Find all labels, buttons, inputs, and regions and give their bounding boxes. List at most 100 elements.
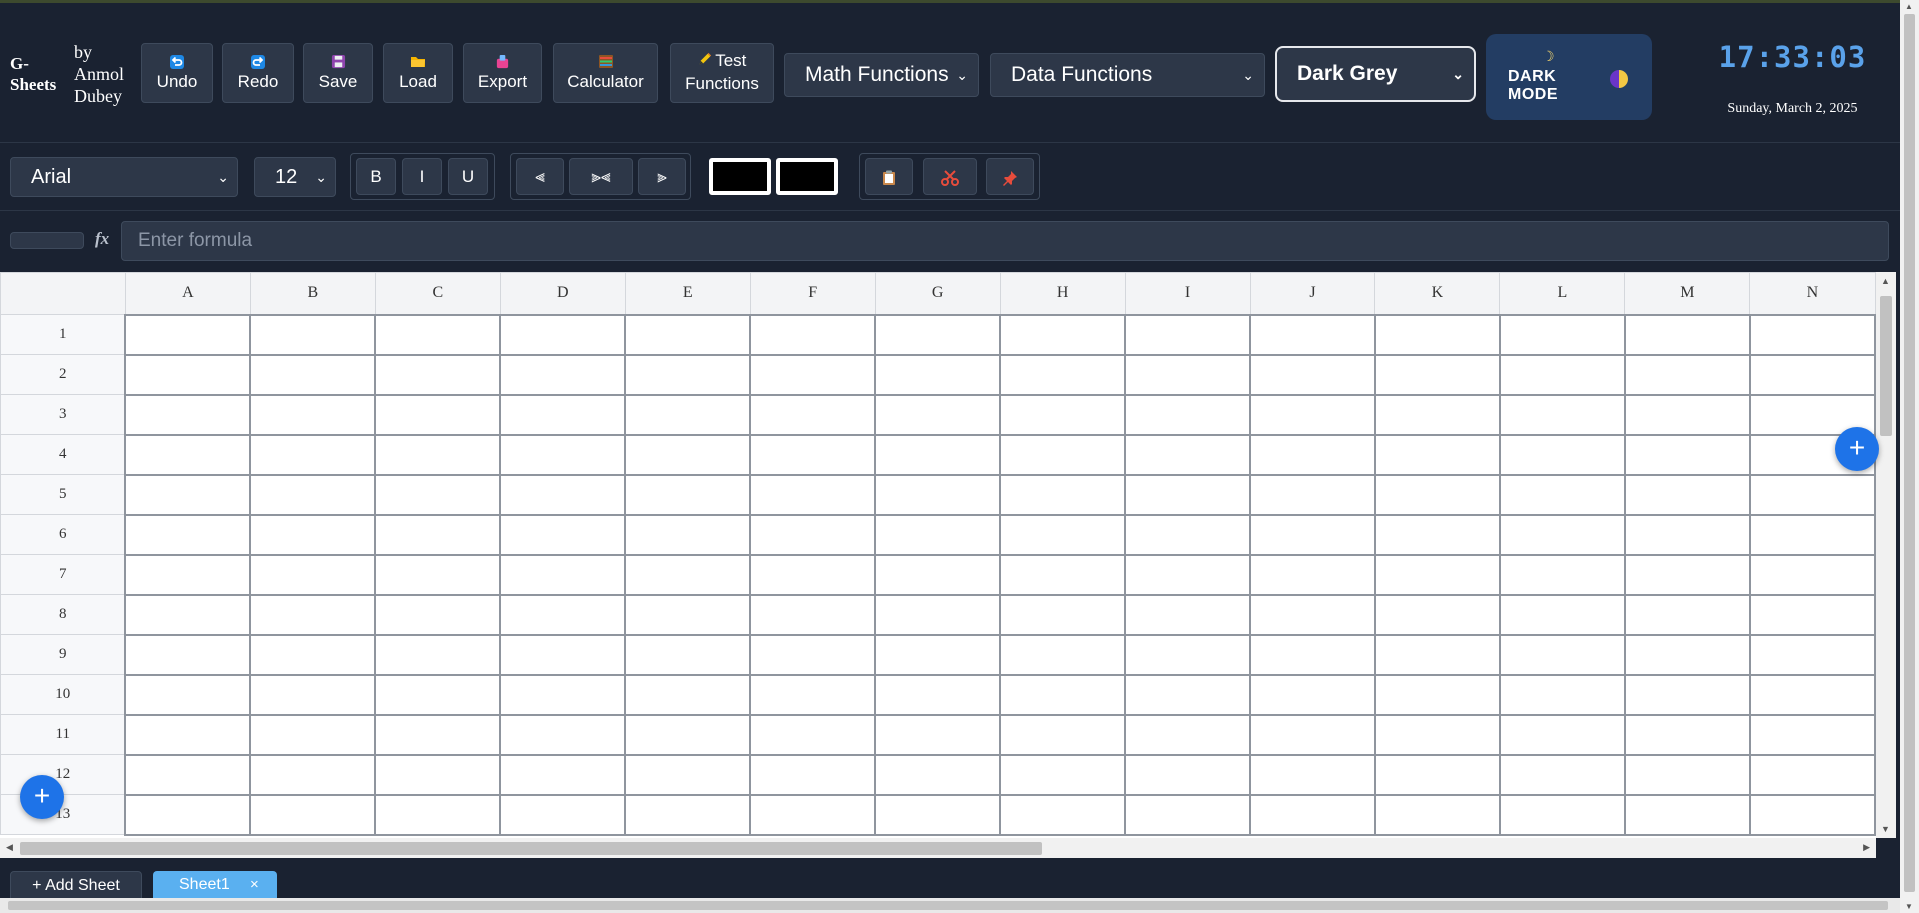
grid-cell[interactable] xyxy=(999,433,1127,476)
grid-cell[interactable] xyxy=(874,553,1002,596)
grid-cell[interactable] xyxy=(1748,313,1876,356)
grid-cell[interactable] xyxy=(624,353,752,396)
grid-cell[interactable] xyxy=(874,353,1002,396)
grid-cell[interactable] xyxy=(1623,393,1751,436)
scroll-thumb[interactable] xyxy=(8,901,1888,910)
row-header[interactable]: 2 xyxy=(0,354,126,395)
grid-cell[interactable] xyxy=(749,513,877,556)
row-header[interactable]: 1 xyxy=(0,314,126,355)
grid-cell[interactable] xyxy=(1623,673,1751,716)
column-header[interactable]: N xyxy=(1749,272,1876,315)
grid-cell[interactable] xyxy=(1249,593,1376,636)
grid-cell[interactable] xyxy=(1373,393,1501,436)
grid-cell[interactable] xyxy=(124,433,252,476)
grid-cell[interactable] xyxy=(1748,553,1876,596)
grid-cell[interactable] xyxy=(499,593,627,636)
scroll-thumb[interactable] xyxy=(20,842,1042,855)
grid-cell[interactable] xyxy=(999,713,1127,756)
scroll-thumb[interactable] xyxy=(1880,296,1892,436)
row-header[interactable]: 9 xyxy=(0,634,126,675)
scroll-right-icon[interactable]: ▶ xyxy=(1863,842,1870,853)
grid-vertical-scrollbar[interactable]: ▲ ▼ xyxy=(1876,272,1896,838)
grid-cell[interactable] xyxy=(1498,393,1626,436)
grid-cell[interactable] xyxy=(374,513,502,556)
grid-cell[interactable] xyxy=(249,353,377,396)
column-header[interactable]: B xyxy=(249,272,376,315)
grid-cell[interactable] xyxy=(499,633,627,676)
grid-cell[interactable] xyxy=(1249,553,1376,596)
grid-cell[interactable] xyxy=(874,753,1002,796)
grid-cell[interactable] xyxy=(624,633,752,676)
grid-cell[interactable] xyxy=(124,473,252,516)
grid-cell[interactable] xyxy=(1124,713,1252,756)
scroll-thumb[interactable] xyxy=(1904,14,1915,892)
grid-cell[interactable] xyxy=(1249,633,1376,676)
column-header[interactable]: C xyxy=(374,272,501,315)
paste-button[interactable] xyxy=(986,158,1034,195)
grid-cell[interactable] xyxy=(1623,753,1751,796)
grid-cell[interactable] xyxy=(249,513,377,556)
grid-cell[interactable] xyxy=(1249,753,1376,796)
text-color-picker[interactable] xyxy=(709,158,771,195)
cut-button[interactable] xyxy=(923,158,977,195)
grid-cell[interactable] xyxy=(1249,513,1376,556)
grid-cell[interactable] xyxy=(124,553,252,596)
grid-cell[interactable] xyxy=(999,473,1127,516)
grid-cell[interactable] xyxy=(1623,353,1751,396)
grid-cell[interactable] xyxy=(124,393,252,436)
font-family-select[interactable]: Arial ⌄ xyxy=(10,157,238,197)
grid-cell[interactable] xyxy=(1623,433,1751,476)
grid-cell[interactable] xyxy=(999,313,1127,356)
row-header[interactable]: 5 xyxy=(0,474,126,515)
grid-cell[interactable] xyxy=(1498,473,1626,516)
grid-cell[interactable] xyxy=(999,673,1127,716)
grid-cell[interactable] xyxy=(1623,553,1751,596)
grid-cell[interactable] xyxy=(499,553,627,596)
grid-cell[interactable] xyxy=(374,593,502,636)
grid-cell[interactable] xyxy=(749,713,877,756)
grid-cell[interactable] xyxy=(999,393,1127,436)
grid-cell[interactable] xyxy=(624,593,752,636)
page-vertical-scrollbar[interactable]: ▲ ▼ xyxy=(1900,0,1919,913)
grid-cell[interactable] xyxy=(1748,513,1876,556)
grid-cell[interactable] xyxy=(1623,513,1751,556)
row-header[interactable]: 10 xyxy=(0,674,126,715)
grid-cell[interactable] xyxy=(1373,593,1501,636)
grid-cell[interactable] xyxy=(499,393,627,436)
grid-cell[interactable] xyxy=(624,313,752,356)
grid-cell[interactable] xyxy=(749,673,877,716)
data-functions-select[interactable]: Data Functions ⌄ xyxy=(990,53,1265,97)
grid-cell[interactable] xyxy=(1124,393,1252,436)
sheet-tab[interactable]: Sheet1 × xyxy=(153,871,277,901)
grid-cell[interactable] xyxy=(999,753,1127,796)
grid-cell[interactable] xyxy=(1124,753,1252,796)
grid-cell[interactable] xyxy=(999,553,1127,596)
grid-cell[interactable] xyxy=(1498,633,1626,676)
grid-cell[interactable] xyxy=(249,393,377,436)
row-header[interactable]: 11 xyxy=(0,714,126,755)
grid-cell[interactable] xyxy=(749,433,877,476)
scroll-up-icon[interactable]: ▲ xyxy=(1905,2,1913,11)
grid-cell[interactable] xyxy=(999,793,1127,836)
corner-cell[interactable] xyxy=(0,272,126,315)
grid-cell[interactable] xyxy=(874,513,1002,556)
grid-cell[interactable] xyxy=(1124,593,1252,636)
grid-cell[interactable] xyxy=(874,793,1002,836)
grid-cell[interactable] xyxy=(1623,473,1751,516)
theme-select[interactable]: Dark Grey ⌄ xyxy=(1275,46,1476,102)
grid-cell[interactable] xyxy=(499,353,627,396)
grid-cell[interactable] xyxy=(1124,513,1252,556)
row-header[interactable]: 12 xyxy=(0,754,126,795)
grid-cell[interactable] xyxy=(1623,313,1751,356)
grid-cell[interactable] xyxy=(749,393,877,436)
grid-cell[interactable] xyxy=(1249,673,1376,716)
add-sheet-button[interactable]: + Add Sheet xyxy=(10,871,142,901)
grid-cell[interactable] xyxy=(124,673,252,716)
grid-cell[interactable] xyxy=(624,793,752,836)
grid-cell[interactable] xyxy=(499,753,627,796)
save-button[interactable]: Save xyxy=(303,43,373,103)
italic-button[interactable]: I xyxy=(402,158,442,195)
grid-cell[interactable] xyxy=(874,713,1002,756)
grid-cell[interactable] xyxy=(1373,633,1501,676)
grid-cell[interactable] xyxy=(249,713,377,756)
